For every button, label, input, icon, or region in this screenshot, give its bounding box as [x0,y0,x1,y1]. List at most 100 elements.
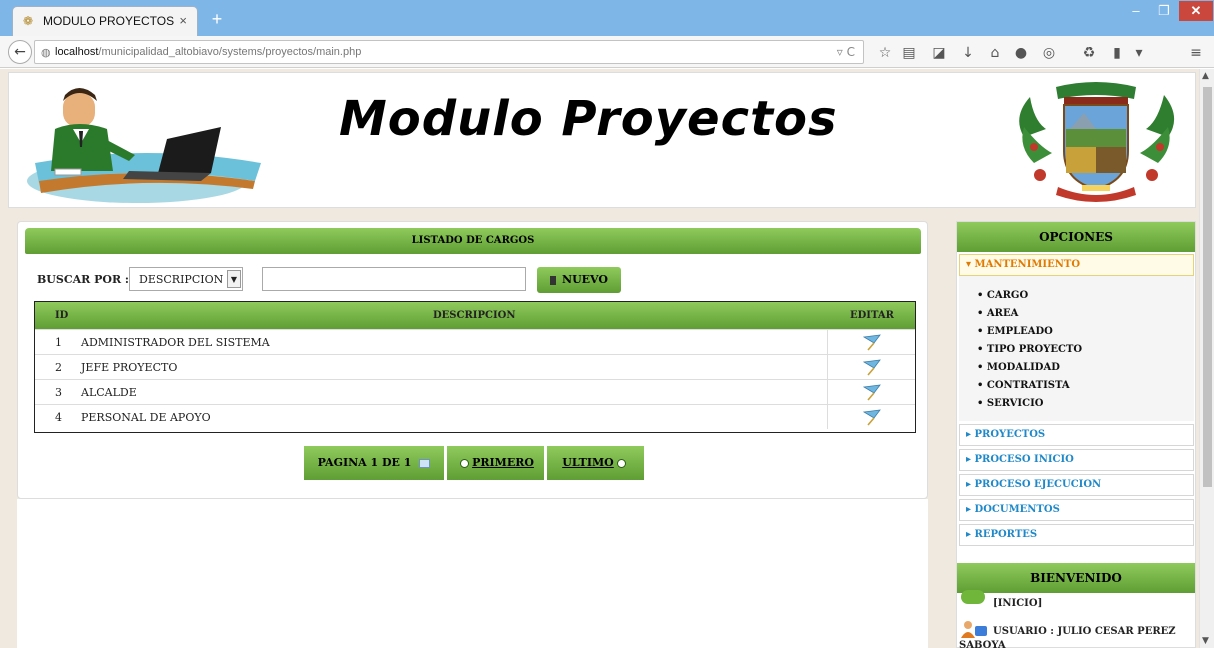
column-id: ID [55,310,69,321]
browser-titlebar: ❁ MODULO PROYECTOS × + – ❐ ✕ [0,0,1214,36]
row-descripcion: PERSONAL DE APOYO [81,411,211,424]
user-name-line1: USUARIO : JULIO CESAR PEREZ [993,626,1176,637]
tab-close-icon[interactable]: × [179,13,187,28]
page-content: Modulo Proyectos LISTADO DE CARGOS BUSCA… [0,69,1199,648]
column-descripcion: DESCRIPCION [433,310,516,321]
edit-cell [827,405,915,429]
edit-icon[interactable] [863,358,881,376]
menu-icon[interactable]: ≡ [1187,45,1205,61]
last-page-label: ULTIMO [562,456,614,469]
first-page-button[interactable]: PRIMERO [447,446,544,480]
sidebar-section-documentos[interactable]: ▸ DOCUMENTOS [959,499,1194,521]
edit-cell [827,355,915,379]
globe-icon: ◍ [41,47,51,59]
edit-icon[interactable] [863,408,881,426]
search-field-select[interactable]: DESCRIPCION ▼ [129,267,243,291]
edit-icon[interactable] [863,383,881,401]
sidebar-item-area[interactable]: • AREA [977,308,1018,319]
section-label: PROCESO INICIO [974,454,1074,465]
sidebar-item-cargo[interactable]: • CARGO [977,290,1028,301]
new-document-icon [550,275,557,285]
search-input[interactable] [262,267,526,291]
section-label: PROCESO EJECUCION [974,479,1102,490]
sidebar-item-modalidad[interactable]: • MODALIDAD [977,362,1060,373]
listado-panel: LISTADO DE CARGOS BUSCAR POR : DESCRIPCI… [17,221,928,499]
search-label: BUSCAR POR : [37,273,129,286]
reading-list-icon[interactable]: ▤ [900,45,918,61]
reload-icon[interactable]: ▿ C [837,45,855,59]
back-button[interactable]: ← [8,40,32,64]
extension-icon[interactable]: ♻ [1080,45,1098,61]
scrollbar-thumb[interactable] [1203,87,1212,487]
sidebar-item-tipo-proyecto[interactable]: • TIPO PROYECTO [977,344,1082,355]
item-label: CARGO [986,290,1029,301]
content-area [17,499,928,648]
user-icon [961,621,987,638]
home-icon[interactable]: ⌂ [986,45,1004,61]
search-field-value: DESCRIPCION [139,273,224,286]
sidebar: OPCIONES ▾ MANTENIMIENTO • CARGO • AREA … [956,221,1196,648]
chat-icon[interactable]: ● [1012,45,1030,61]
section-label: MANTENIMIENTO [974,259,1081,270]
sync-icon[interactable]: ◎ [1040,45,1058,61]
municipal-emblem [1019,82,1175,202]
last-page-icon [616,458,626,468]
welcome-title: BIENVENIDO [957,563,1195,593]
favicon-icon: ❁ [23,14,34,28]
item-label: TIPO PROYECTO [986,344,1083,355]
sidebar-item-contratista[interactable]: • CONTRATISTA [977,380,1070,391]
row-id: 3 [55,386,62,399]
scroll-down-icon[interactable]: ▼ [1202,636,1209,646]
home-icon [961,590,985,604]
tab-title: MODULO PROYECTOS [43,14,175,28]
chevron-down-icon[interactable]: ▼ [227,270,241,288]
listado-title: LISTADO DE CARGOS [25,228,921,254]
row-descripcion: ADMINISTRADOR DEL SISTEMA [81,336,270,349]
scroll-up-icon[interactable]: ▲ [1202,71,1209,81]
browser-tab[interactable]: ❁ MODULO PROYECTOS × [12,6,198,36]
column-editar: EDITAR [850,310,894,321]
close-window-button[interactable]: ✕ [1179,1,1213,21]
first-page-label: PRIMERO [472,456,534,469]
minimize-button[interactable]: – [1124,2,1148,20]
sidebar-section-reportes[interactable]: ▸ REPORTES [959,524,1194,546]
bookmark-star-icon[interactable]: ☆ [876,45,894,61]
sidebar-item-servicio[interactable]: • SERVICIO [977,398,1043,409]
section-label: DOCUMENTOS [974,504,1060,515]
sidebar-item-empleado[interactable]: • EMPLEADO [977,326,1053,337]
row-id: 2 [55,361,62,374]
sidebar-section-proceso-ejecucion[interactable]: ▸ PROCESO EJECUCION [959,474,1194,496]
section-label: PROYECTOS [974,429,1046,440]
item-label: MODALIDAD [986,362,1060,373]
sidebar-section-mantenimiento[interactable]: ▾ MANTENIMIENTO [959,254,1194,276]
row-descripcion: JEFE PROYECTO [81,361,178,374]
item-label: CONTRATISTA [986,380,1070,391]
table-row: 2 JEFE PROYECTO [35,354,915,379]
edit-icon[interactable] [863,333,881,351]
nuevo-button[interactable]: NUEVO [537,267,621,293]
page-info: PAGINA 1 DE 1 [304,446,444,480]
address-bar[interactable]: ◍ localhost/municipalidad_altobiavo/syst… [34,40,864,64]
clipboard-icon[interactable]: ▮ [1108,45,1126,61]
page-info-label: PAGINA 1 DE 1 [317,456,412,469]
nuevo-label: NUEVO [562,273,608,286]
section-label: REPORTES [974,529,1038,540]
edit-cell [827,380,915,404]
item-label: SERVICIO [986,398,1044,409]
page-scrollbar[interactable]: ▲ ▼ [1199,69,1214,648]
user-name-line2: SABOYA [959,640,1006,648]
edit-cell [827,330,915,354]
item-label: AREA [986,308,1019,319]
download-icon[interactable]: ↓ [959,45,977,61]
sidebar-section-proceso-inicio[interactable]: ▸ PROCESO INICIO [959,449,1194,471]
maximize-button[interactable]: ❐ [1152,2,1176,20]
row-descripcion: ALCALDE [81,386,137,399]
last-page-button[interactable]: ULTIMO [547,446,644,480]
dropdown-icon[interactable]: ▾ [1130,45,1148,61]
new-tab-button[interactable]: + [207,9,227,29]
table-row: 4 PERSONAL DE APOYO [35,404,915,429]
page-header: Modulo Proyectos [8,72,1196,208]
sidebar-section-proyectos[interactable]: ▸ PROYECTOS [959,424,1194,446]
calendar-icon [419,458,431,468]
pocket-icon[interactable]: ◪ [930,45,948,61]
